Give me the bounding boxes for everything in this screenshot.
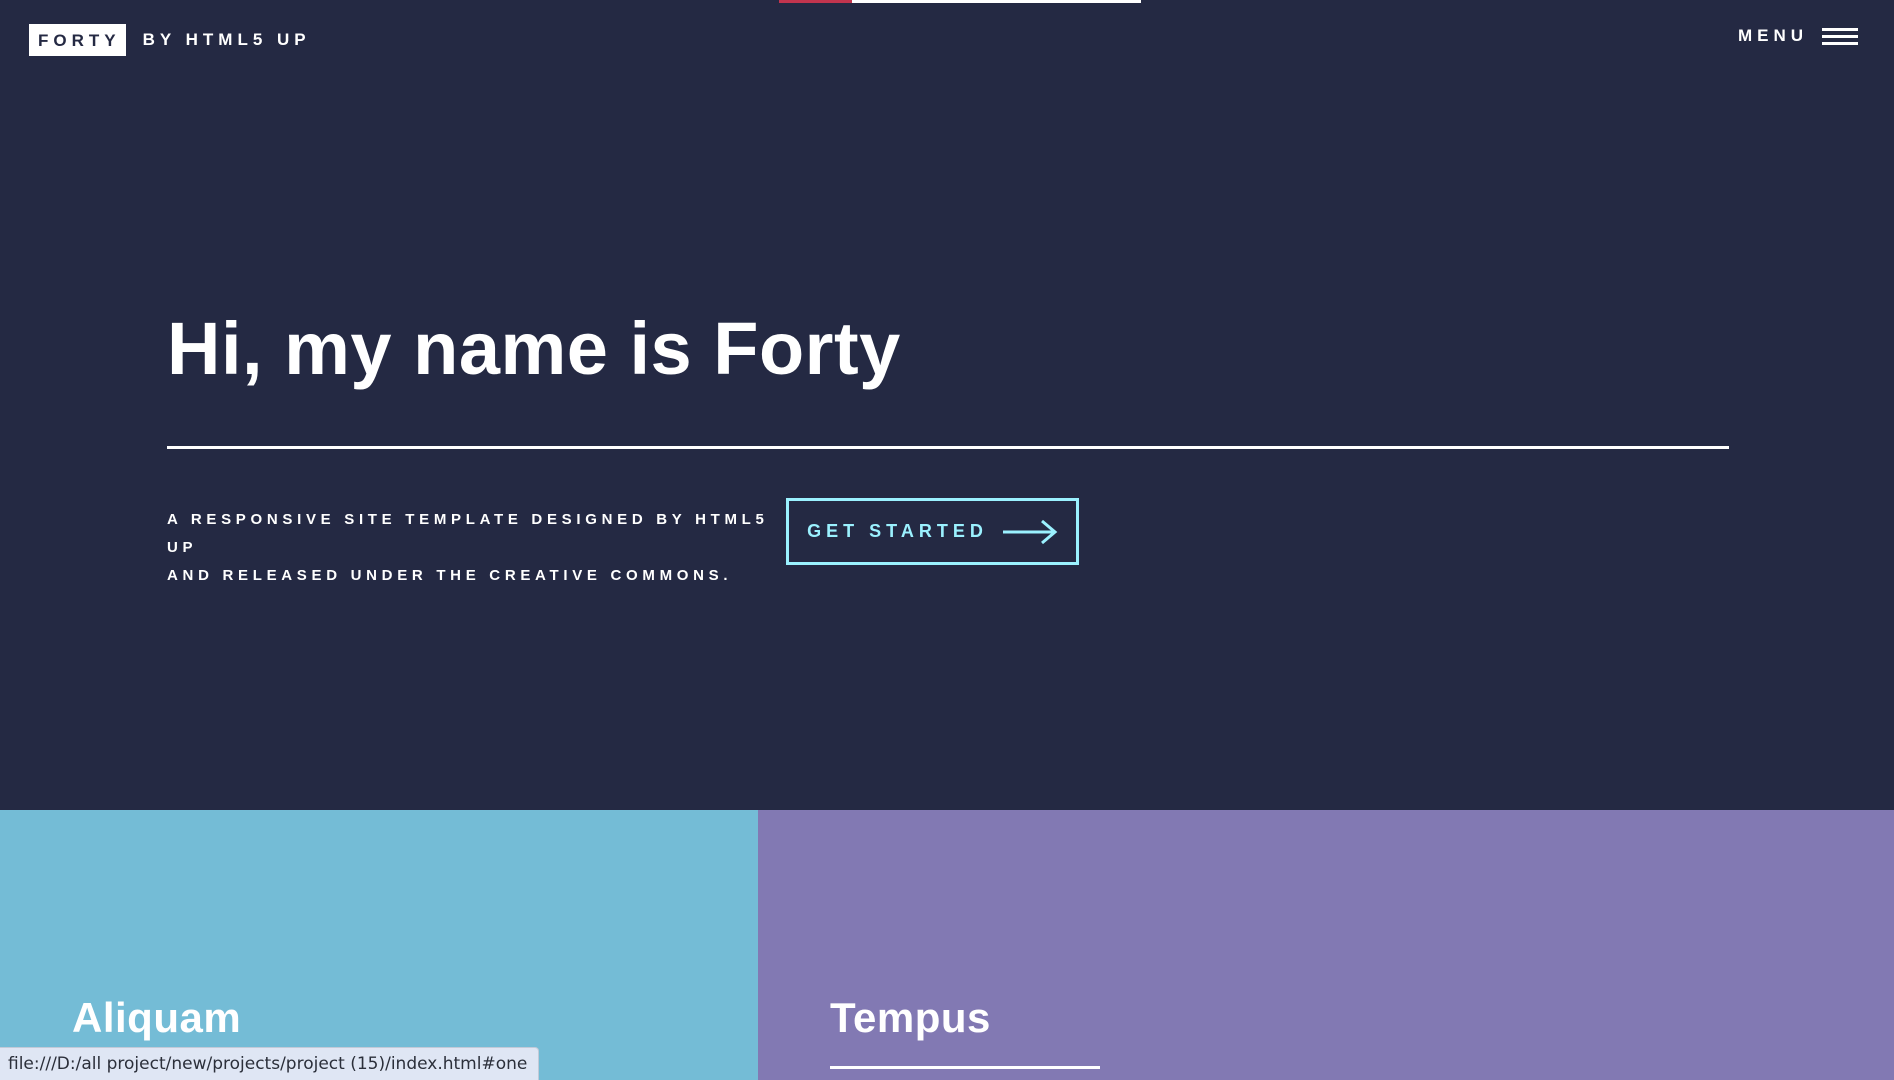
project-tiles: Aliquam Tempus: [0, 810, 1894, 1080]
tile-tempus[interactable]: Tempus: [758, 810, 1894, 1080]
hero-tagline-line-1: A responsive site template designed by H…: [167, 511, 769, 556]
browser-status-bar: file:///D:/all project/new/projects/proj…: [0, 1047, 540, 1080]
tile-aliquam[interactable]: Aliquam: [0, 810, 758, 1080]
get-started-button[interactable]: GET STARTED: [786, 498, 1079, 565]
tile-underline: [830, 1066, 1100, 1069]
hero-title: Hi, my name is Forty: [167, 307, 901, 390]
tile-title: Tempus: [830, 994, 991, 1041]
hero-divider: [167, 446, 1729, 449]
hero-tagline-line-2: and released under the Creative Commons.: [167, 567, 733, 584]
arrow-right-icon: [1002, 519, 1058, 544]
tile-title: Aliquam: [72, 994, 242, 1041]
get-started-label: GET STARTED: [807, 521, 988, 541]
hero-banner: Hi, my name is Forty A responsive site t…: [0, 0, 1894, 810]
hero-tagline: A responsive site template designed by H…: [167, 506, 777, 590]
